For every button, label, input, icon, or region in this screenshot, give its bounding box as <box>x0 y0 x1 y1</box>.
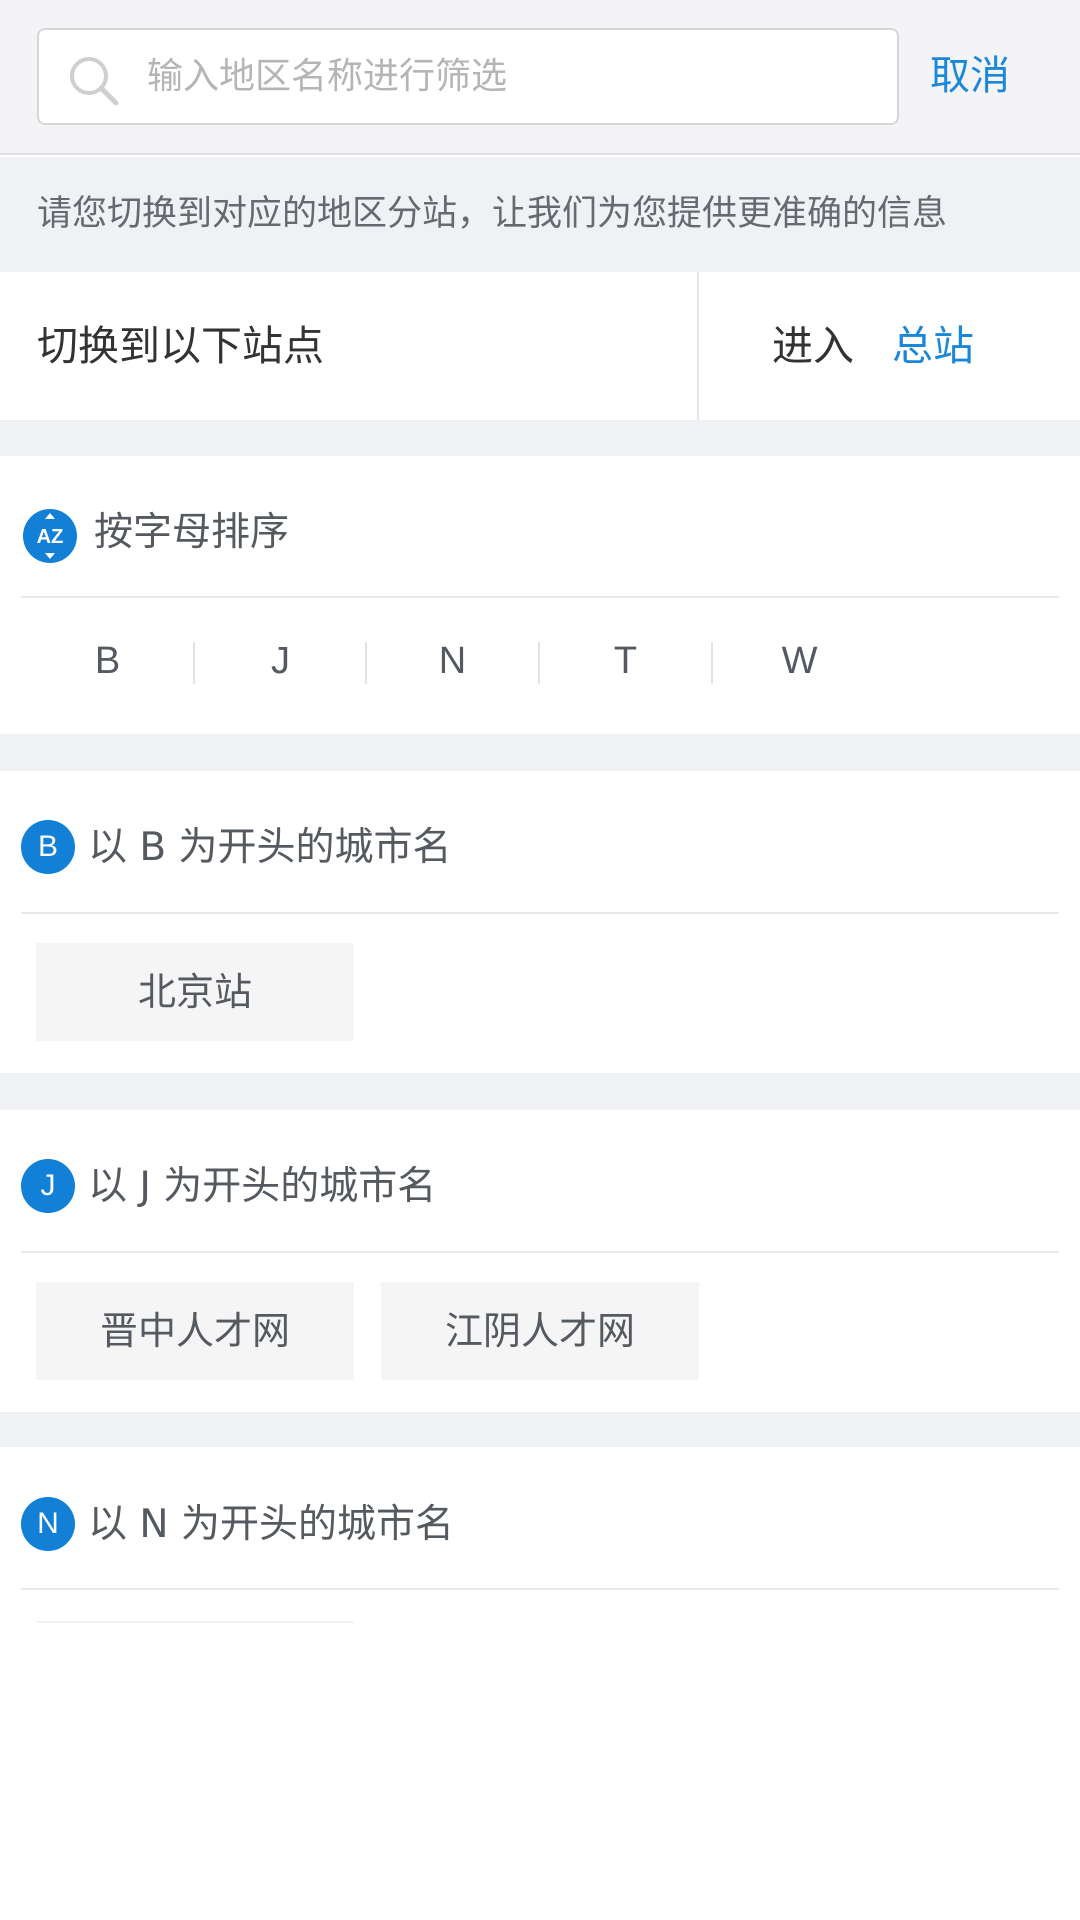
letter-index-n[interactable]: N <box>366 598 539 724</box>
letter-index: B J N T W <box>21 598 1061 724</box>
alpha-sort-section: AZ 按字母排序 B J N T W <box>0 456 1080 734</box>
section-divider <box>21 912 1059 914</box>
letter-index-b[interactable]: B <box>21 598 194 724</box>
city-chip[interactable]: 江阴人才网 <box>381 1282 699 1380</box>
group-badge-j: J <box>21 1159 75 1213</box>
letter-index-j[interactable]: J <box>194 598 367 724</box>
section-divider <box>21 1251 1059 1253</box>
section-divider <box>21 1588 1059 1590</box>
cancel-button[interactable]: 取消 <box>930 44 1060 108</box>
city-group-j: J 以 J 为开头的城市名 晋中人才网 江阴人才网 <box>0 1110 1080 1412</box>
enter-prefix-label: 进入 <box>772 322 854 370</box>
letter-index-t[interactable]: T <box>539 598 712 724</box>
vertical-divider <box>697 272 699 420</box>
group-title-j: 以 J 为开头的城市名 <box>88 1164 437 1209</box>
hint-bar: 请您切换到对应的地区分站，让我们为您提供更准确的信息 <box>0 157 1080 272</box>
search-input[interactable] <box>147 30 867 123</box>
search-icon <box>70 57 119 106</box>
svg-text:AZ: AZ <box>37 526 64 548</box>
group-title-n: 以 N 为开头的城市名 <box>88 1502 454 1547</box>
group-badge-n: N <box>21 1497 75 1551</box>
city-chip-edge <box>36 1621 354 1623</box>
search-header: 取消 <box>0 0 1080 155</box>
group-title-b: 以 B 为开头的城市名 <box>88 825 452 870</box>
section-gap <box>0 1412 1080 1447</box>
main-site-link[interactable]: 总站 <box>892 322 974 370</box>
city-group-b: B 以 B 为开头的城市名 北京站 <box>0 771 1080 1073</box>
search-box[interactable] <box>37 28 899 125</box>
letter-index-w[interactable]: W <box>713 598 886 724</box>
switch-site-label: 切换到以下站点 <box>37 322 324 370</box>
city-group-n: N 以 N 为开头的城市名 <box>0 1447 1080 1920</box>
group-badge-b: B <box>21 820 75 874</box>
hint-text: 请您切换到对应的地区分站，让我们为您提供更准确的信息 <box>37 194 948 234</box>
alpha-sort-title: 按字母排序 <box>94 510 290 555</box>
city-chip[interactable]: 晋中人才网 <box>36 1282 354 1380</box>
switch-site-row: 切换到以下站点 进入 总站 <box>0 272 1080 420</box>
az-sort-icon: AZ <box>23 509 77 563</box>
section-gap <box>0 734 1080 771</box>
section-gap <box>0 420 1080 456</box>
enter-main-site-link[interactable]: 进入 总站 <box>772 272 974 420</box>
alpha-sort-header: AZ 按字母排序 <box>0 456 1080 596</box>
section-gap <box>0 1073 1080 1110</box>
city-chip[interactable]: 北京站 <box>36 943 354 1041</box>
